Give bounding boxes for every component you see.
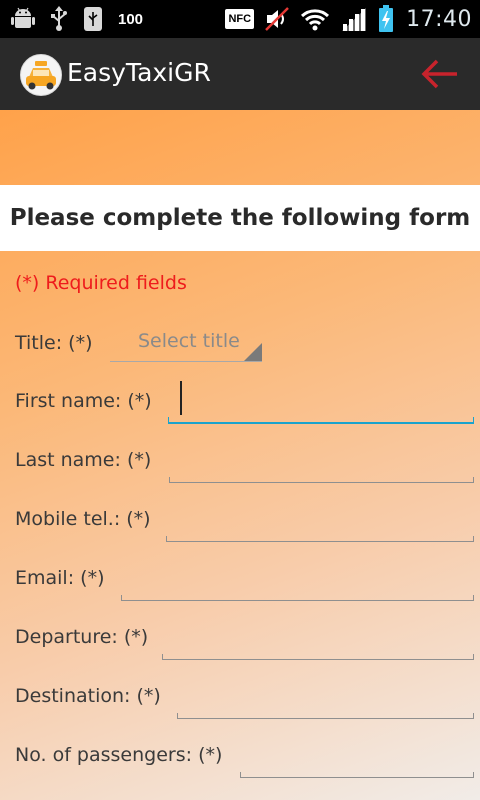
form-screen: Please complete the following form (*) R… bbox=[0, 110, 480, 800]
title-select-value: Select title bbox=[138, 330, 240, 352]
passengers-label: No. of passengers: (*) bbox=[15, 744, 223, 766]
back-button[interactable] bbox=[420, 58, 460, 90]
email-input[interactable] bbox=[121, 556, 474, 601]
taxi-logo-icon bbox=[20, 54, 62, 96]
mobile-label: Mobile tel.: (*) bbox=[15, 508, 151, 530]
field-underline bbox=[121, 595, 474, 601]
signal-icon bbox=[340, 6, 368, 32]
departure-input[interactable] bbox=[162, 615, 474, 660]
title-row: Title: (*) Select title bbox=[0, 328, 480, 376]
title-select[interactable]: Select title bbox=[110, 322, 262, 362]
mobile-row: Mobile tel.: (*) bbox=[0, 505, 480, 555]
field-underline bbox=[168, 417, 474, 424]
text-cursor bbox=[180, 381, 182, 415]
email-label: Email: (*) bbox=[15, 567, 105, 589]
usb-debug-icon bbox=[82, 6, 104, 32]
field-underline bbox=[169, 477, 474, 483]
system-icons: NFC 17:40 bbox=[225, 4, 472, 34]
departure-label: Departure: (*) bbox=[15, 626, 149, 648]
passengers-row: No. of passengers: (*) bbox=[0, 741, 480, 791]
android-icon bbox=[10, 6, 36, 32]
title-label: Title: (*) bbox=[15, 332, 93, 354]
app-title: EasyTaxiGR bbox=[67, 58, 211, 87]
email-row: Email: (*) bbox=[0, 564, 480, 614]
usb-icon bbox=[50, 6, 68, 32]
field-underline bbox=[240, 772, 474, 778]
dropdown-triangle-icon bbox=[244, 343, 262, 361]
field-underline bbox=[177, 713, 474, 719]
battery-100-icon: 100 bbox=[118, 10, 144, 28]
field-underline bbox=[166, 536, 474, 542]
passengers-input[interactable] bbox=[240, 733, 474, 778]
mute-icon bbox=[264, 6, 290, 32]
clock: 17:40 bbox=[406, 6, 472, 32]
back-arrow-icon bbox=[421, 59, 457, 89]
first-name-row: First name: (*) bbox=[0, 381, 480, 437]
action-bar: EasyTaxiGR bbox=[0, 38, 480, 110]
select-underline bbox=[110, 361, 262, 362]
field-underline bbox=[162, 654, 474, 660]
destination-label: Destination: (*) bbox=[15, 685, 161, 707]
departure-row: Departure: (*) bbox=[0, 623, 480, 673]
status-bar: 100 NFC 17:40 bbox=[0, 0, 480, 38]
last-name-input[interactable] bbox=[169, 438, 474, 483]
battery-charging-icon bbox=[378, 5, 394, 33]
first-name-label: First name: (*) bbox=[15, 390, 152, 412]
first-name-input[interactable] bbox=[168, 379, 474, 424]
wifi-icon bbox=[300, 6, 330, 32]
mobile-input[interactable] bbox=[166, 497, 474, 542]
required-fields-note: (*) Required fields bbox=[15, 272, 187, 294]
destination-row: Destination: (*) bbox=[0, 682, 480, 732]
destination-input[interactable] bbox=[177, 674, 474, 719]
top-band bbox=[0, 110, 480, 185]
notification-icons: 100 bbox=[10, 6, 143, 32]
form-title: Please complete the following form bbox=[9, 205, 471, 231]
last-name-label: Last name: (*) bbox=[15, 449, 152, 471]
last-name-row: Last name: (*) bbox=[0, 446, 480, 496]
nfc-icon: NFC bbox=[225, 9, 255, 29]
form-header: Please complete the following form bbox=[0, 185, 480, 251]
